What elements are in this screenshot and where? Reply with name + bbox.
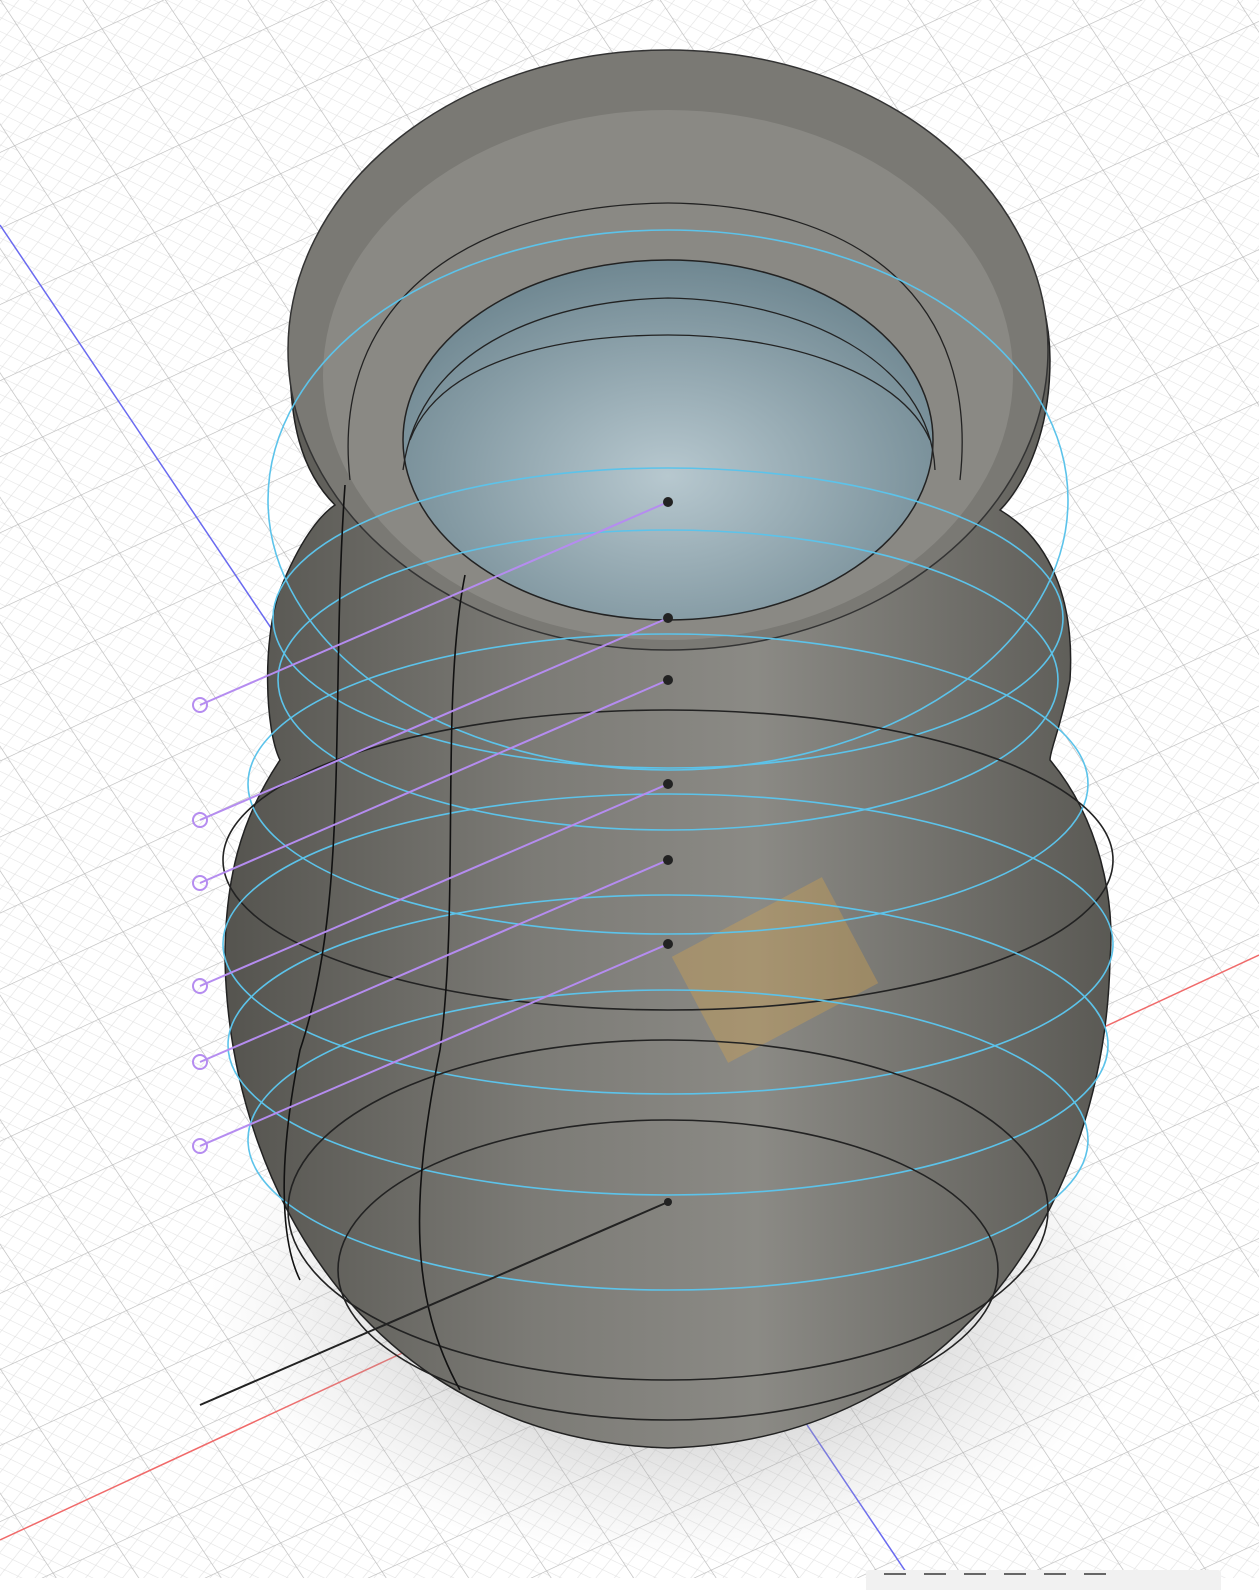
- pan-icon[interactable]: [924, 1573, 946, 1589]
- grid-settings-icon[interactable]: [1084, 1573, 1106, 1589]
- zoom-icon[interactable]: [964, 1573, 986, 1589]
- 3d-viewport[interactable]: [0, 0, 1259, 1578]
- orbit-icon[interactable]: [884, 1573, 906, 1589]
- fit-icon[interactable]: [1004, 1573, 1026, 1589]
- display-settings-icon[interactable]: [1044, 1573, 1066, 1589]
- navigation-toolbar: [866, 1570, 1221, 1590]
- vase-opening: [402, 259, 934, 621]
- vase-body: [224, 49, 1112, 1449]
